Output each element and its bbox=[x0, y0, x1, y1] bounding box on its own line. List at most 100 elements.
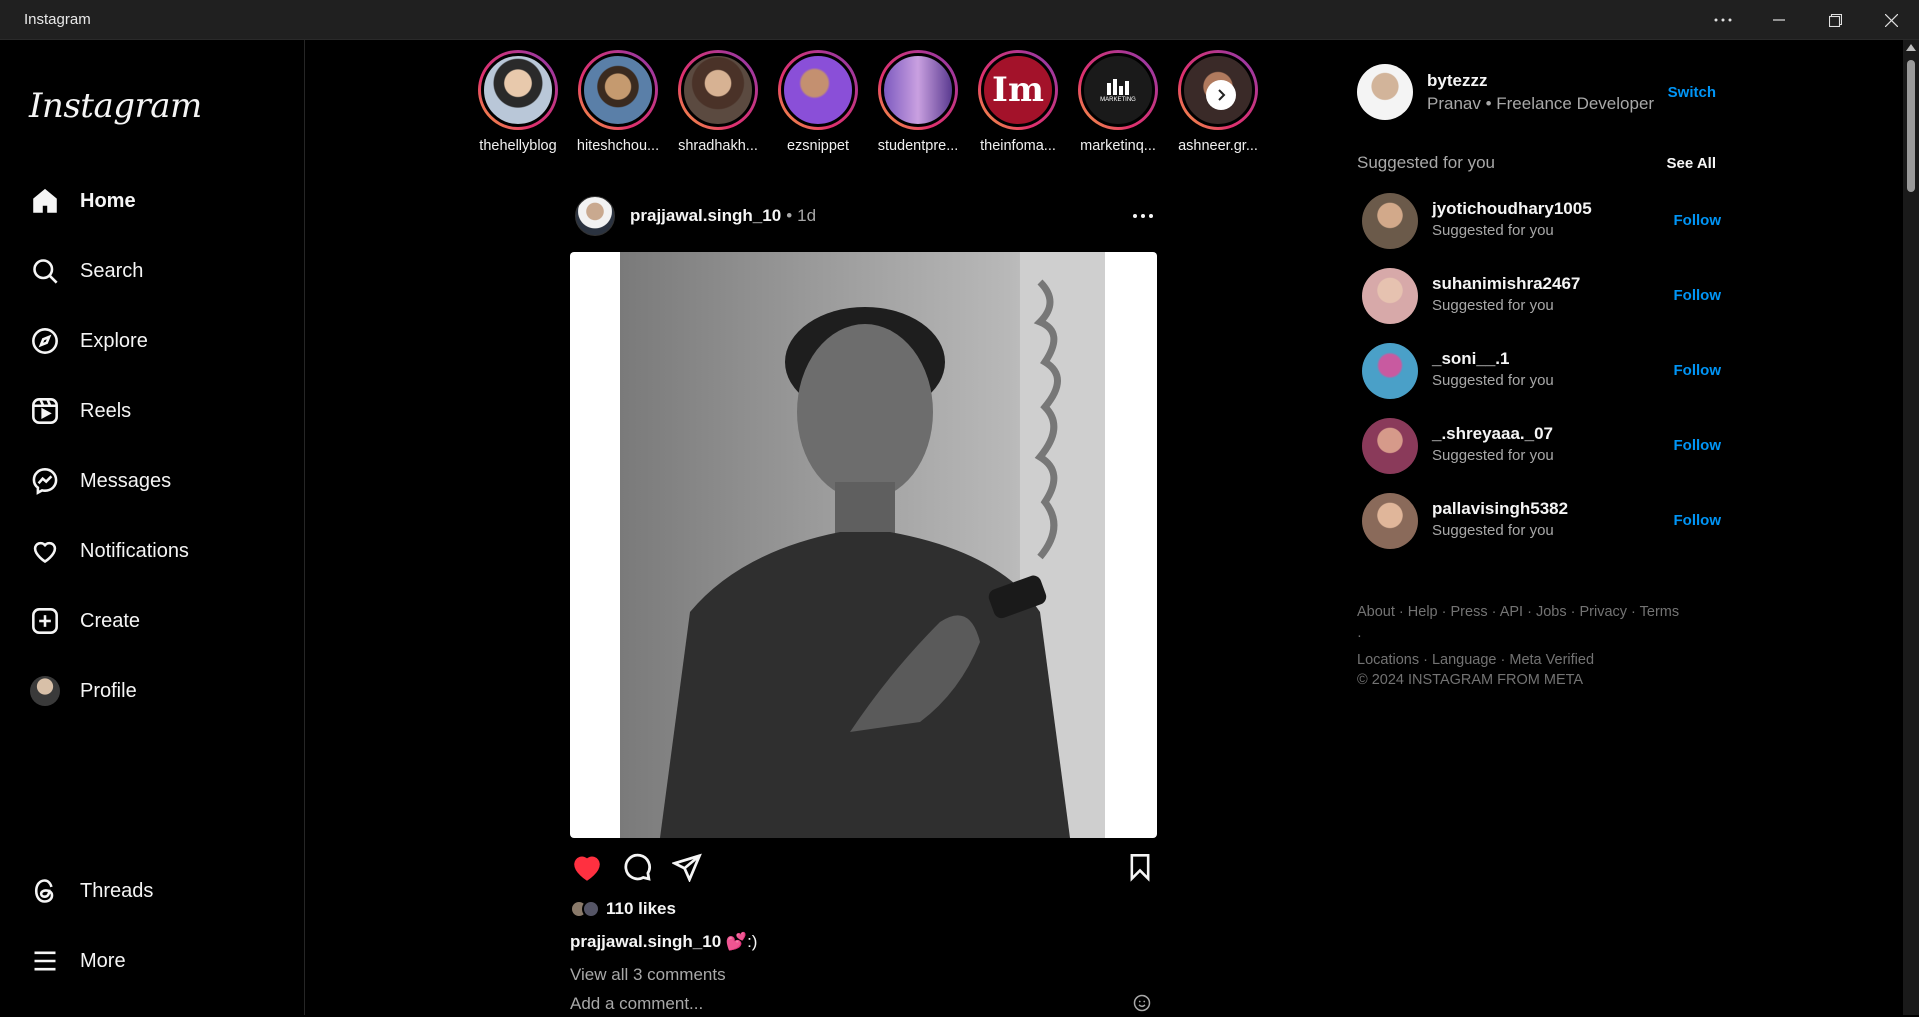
suggestion-username[interactable]: _soni__.1 bbox=[1432, 349, 1510, 369]
current-user-avatar[interactable] bbox=[1357, 64, 1413, 120]
heart-icon bbox=[574, 856, 600, 881]
suggestion-avatar[interactable] bbox=[1362, 268, 1418, 324]
avatar bbox=[29, 675, 61, 707]
caption-username[interactable]: prajjawal.singh_10 bbox=[570, 932, 721, 951]
footer-link[interactable]: About bbox=[1357, 604, 1395, 620]
chevron-right-icon bbox=[1218, 89, 1226, 101]
story-username: theinfoma... bbox=[980, 138, 1056, 154]
suggestion-avatar[interactable] bbox=[1362, 418, 1418, 474]
footer-link[interactable]: Language bbox=[1432, 652, 1497, 668]
story-username: studentpre... bbox=[877, 138, 959, 154]
suggestion-username[interactable]: _.shreyaaa._07 bbox=[1432, 424, 1553, 444]
sidebar-item-threads[interactable]: Threads bbox=[29, 871, 153, 911]
suggestion-subtitle: Suggested for you bbox=[1432, 522, 1554, 539]
suggestion-item: _soni__.1 Suggested for you Follow bbox=[1362, 343, 1722, 399]
current-user-username[interactable]: bytezzz bbox=[1427, 71, 1487, 91]
story-username: ashneer.gr... bbox=[1178, 138, 1258, 154]
suggestion-subtitle: Suggested for you bbox=[1432, 297, 1554, 314]
suggestion-username[interactable]: suhanimishra2467 bbox=[1432, 274, 1580, 294]
story-item[interactable]: thehellyblog bbox=[468, 50, 568, 154]
story-item[interactable]: MARKETING marketinq... bbox=[1068, 50, 1168, 154]
sidebar-item-messages[interactable]: Messages bbox=[29, 461, 171, 501]
suggestion-avatar[interactable] bbox=[1362, 493, 1418, 549]
bar-logo-icon bbox=[1107, 79, 1129, 95]
footer-link[interactable]: Help bbox=[1408, 604, 1438, 620]
close-icon[interactable] bbox=[1863, 0, 1919, 40]
suggestion-avatar[interactable] bbox=[1362, 343, 1418, 399]
see-all-button[interactable]: See All bbox=[1667, 155, 1716, 172]
story-item[interactable]: studentpre... bbox=[868, 50, 968, 154]
sidebar-item-label: More bbox=[80, 949, 126, 972]
view-comments-link[interactable]: View all 3 comments bbox=[570, 965, 726, 985]
sidebar-item-reels[interactable]: Reels bbox=[29, 391, 131, 431]
threads-icon bbox=[29, 875, 61, 907]
suggestion-item: _.shreyaaa._07 Suggested for you Follow bbox=[1362, 418, 1722, 474]
follow-button[interactable]: Follow bbox=[1674, 512, 1722, 529]
add-comment-placeholder: Add a comment... bbox=[570, 994, 704, 1013]
story-item[interactable]: Im theinfoma... bbox=[968, 50, 1068, 154]
sidebar-item-label: Notifications bbox=[80, 539, 189, 562]
save-button[interactable] bbox=[1123, 850, 1157, 884]
switch-account-button[interactable]: Switch bbox=[1668, 84, 1716, 101]
minimize-icon[interactable] bbox=[1751, 0, 1807, 40]
follow-button[interactable]: Follow bbox=[1674, 287, 1722, 304]
stories-next-button[interactable] bbox=[1206, 80, 1236, 110]
sidebar-item-label: Create bbox=[80, 609, 141, 632]
comment-button[interactable] bbox=[620, 850, 654, 884]
follow-button[interactable]: Follow bbox=[1674, 362, 1722, 379]
messenger-icon bbox=[29, 465, 61, 497]
scroll-up-icon[interactable] bbox=[1906, 44, 1916, 51]
story-username: ezsnippet bbox=[786, 138, 850, 154]
sidebar-item-label: Home bbox=[80, 189, 136, 212]
sidebar: Instagram Home Search Explore Reels Mess… bbox=[0, 40, 305, 1015]
story-avatar bbox=[881, 53, 955, 127]
post-author-avatar[interactable] bbox=[575, 196, 615, 236]
sidebar-item-more[interactable]: More bbox=[29, 941, 126, 981]
like-button[interactable] bbox=[570, 850, 604, 884]
footer-link[interactable]: Privacy bbox=[1579, 604, 1627, 620]
story-item[interactable]: shradhakh... bbox=[668, 50, 768, 154]
more-icon[interactable] bbox=[1695, 0, 1751, 40]
story-item[interactable]: hiteshchou... bbox=[568, 50, 668, 154]
footer-link[interactable]: Terms bbox=[1640, 604, 1679, 620]
emoji-icon[interactable] bbox=[1133, 994, 1151, 1017]
sidebar-item-create[interactable]: Create bbox=[29, 601, 140, 641]
post-image[interactable] bbox=[570, 252, 1157, 838]
page-scrollbar[interactable] bbox=[1903, 40, 1919, 1015]
instagram-logo[interactable]: Instagram bbox=[29, 86, 202, 126]
story-username: marketinq... bbox=[1080, 138, 1156, 154]
window-title: Instagram bbox=[24, 11, 91, 28]
follow-button[interactable]: Follow bbox=[1674, 212, 1722, 229]
footer-link[interactable]: Meta Verified bbox=[1509, 652, 1594, 668]
more-icon bbox=[1133, 214, 1153, 218]
share-button[interactable] bbox=[670, 850, 704, 884]
sidebar-item-notifications[interactable]: Notifications bbox=[29, 531, 189, 571]
comment-icon bbox=[624, 853, 651, 881]
suggestion-username[interactable]: pallavisingh5382 bbox=[1432, 499, 1568, 519]
footer-link[interactable]: API bbox=[1500, 604, 1523, 620]
send-icon bbox=[672, 853, 702, 882]
restore-icon[interactable] bbox=[1807, 0, 1863, 40]
story-username: shradhakh... bbox=[678, 138, 758, 154]
footer-link[interactable]: Locations bbox=[1357, 652, 1419, 668]
hamburger-icon bbox=[29, 945, 61, 977]
follow-button[interactable]: Follow bbox=[1674, 437, 1722, 454]
post-options-button[interactable] bbox=[1131, 204, 1155, 228]
sidebar-item-label: Messages bbox=[80, 469, 172, 492]
footer-link[interactable]: Jobs bbox=[1536, 604, 1567, 620]
liker-avatars bbox=[570, 900, 600, 918]
sidebar-item-search[interactable]: Search bbox=[29, 251, 143, 291]
sidebar-item-explore[interactable]: Explore bbox=[29, 321, 148, 361]
sidebar-item-profile[interactable]: Profile bbox=[29, 671, 137, 711]
scrollbar-thumb[interactable] bbox=[1907, 60, 1915, 192]
likes-row[interactable]: 110 likes bbox=[570, 899, 676, 919]
copyright: © 2024 INSTAGRAM FROM META bbox=[1357, 672, 1584, 688]
sidebar-item-label: Profile bbox=[80, 679, 137, 702]
sidebar-item-home[interactable]: Home bbox=[29, 181, 136, 221]
footer-link[interactable]: Press bbox=[1451, 604, 1488, 620]
post-author-username[interactable]: prajjawal.singh_10 bbox=[630, 206, 781, 226]
add-comment-input[interactable]: Add a comment... bbox=[570, 994, 1157, 1014]
story-item[interactable]: ezsnippet bbox=[768, 50, 868, 154]
suggestion-avatar[interactable] bbox=[1362, 193, 1418, 249]
suggestion-username[interactable]: jyotichoudhary1005 bbox=[1432, 199, 1592, 219]
